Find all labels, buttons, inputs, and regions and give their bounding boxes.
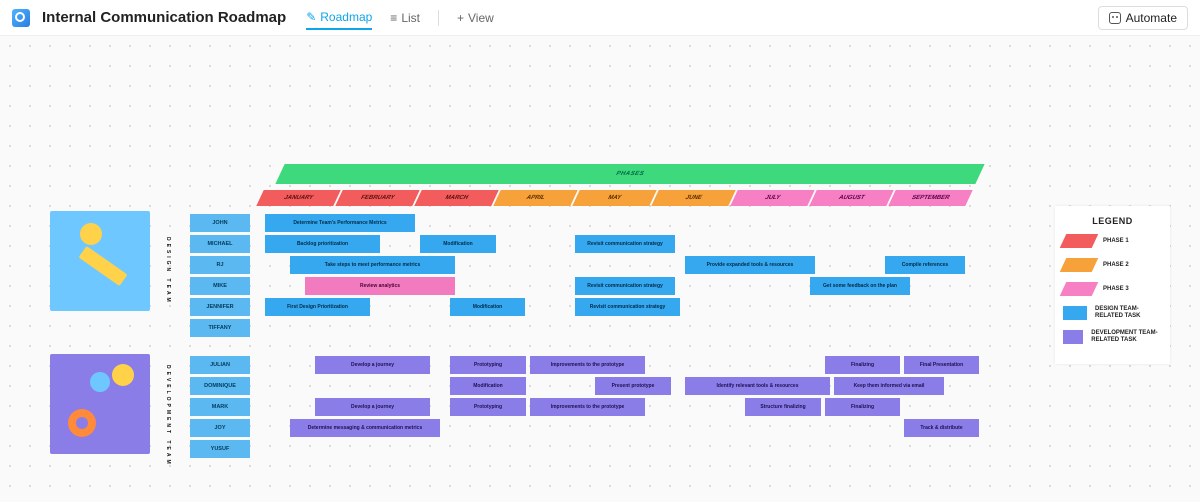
month-april: APRIL [493, 190, 577, 206]
legend-label: PHASE 1 [1103, 238, 1129, 245]
task-bar[interactable]: Review analytics [305, 277, 455, 295]
phases-band: PHASES [275, 164, 984, 184]
task-bar[interactable]: Compile references [885, 256, 965, 274]
task-bar[interactable]: Determine Team's Performance Metrics [265, 214, 415, 232]
task-bar[interactable]: Track & distribute [904, 419, 979, 437]
row-jennifer: JENNIFER First Design Prioritization Modif… [50, 298, 980, 318]
months-row: JANUARYFEBRUARYMARCHAPRILMAYJUNEJULYAUGU… [260, 190, 969, 206]
task-bar[interactable]: Keep them informed via email [834, 377, 944, 395]
person-julian[interactable]: JULIAN [190, 356, 250, 374]
task-bar[interactable]: Structure finalizing [745, 398, 821, 416]
legend-swatch [1063, 306, 1087, 320]
person-mike[interactable]: MIKE [190, 277, 250, 295]
legend-swatch [1060, 258, 1099, 272]
view-roadmap-label: Roadmap [320, 10, 372, 24]
task-bar[interactable]: Identify relevant tools & resources [685, 377, 830, 395]
row-dominique: DOMINIQUE Modification Present prototype Id… [50, 377, 980, 397]
legend-label: DESIGN TEAM-RELATED TASK [1095, 306, 1162, 319]
row-joy: JOY Determine messaging & communication m… [50, 419, 980, 439]
canvas[interactable]: DESIGN TEAM DEVELOPMENT TEAM PHASES JANU… [0, 36, 1200, 502]
task-bar[interactable]: Revisit communication strategy [575, 277, 675, 295]
automate-button[interactable]: Automate [1098, 6, 1188, 30]
task-bar[interactable]: First Design Prioritization [265, 298, 370, 316]
legend-label: DEVELOPMENT TEAM-RELATED TASK [1091, 330, 1162, 343]
view-roadmap[interactable]: ✎ Roadmap [306, 6, 372, 30]
row-yusuf: YUSUF [50, 440, 980, 460]
roadmap-icon: ✎ [306, 10, 316, 24]
topbar: Internal Communication Roadmap ✎ Roadmap… [0, 0, 1200, 36]
person-rj[interactable]: RJ [190, 256, 250, 274]
legend-row: PHASE 2 [1063, 258, 1162, 272]
legend-title: LEGEND [1063, 216, 1162, 226]
legend-swatch [1060, 282, 1099, 296]
view-add-label: View [468, 11, 494, 25]
person-jennifer[interactable]: JENNIFER [190, 298, 250, 316]
views-switcher: ✎ Roadmap ≡ List + View [306, 6, 494, 30]
legend-swatch [1060, 234, 1099, 248]
legend-row: DEVELOPMENT TEAM-RELATED TASK [1063, 330, 1162, 344]
month-august: AUGUST [809, 190, 893, 206]
view-separator [438, 10, 439, 26]
month-july: JULY [730, 190, 814, 206]
month-may: MAY [572, 190, 656, 206]
month-february: FEBRUARY [335, 190, 419, 206]
month-june: JUNE [651, 190, 735, 206]
person-dominique[interactable]: DOMINIQUE [190, 377, 250, 395]
view-list[interactable]: ≡ List [390, 7, 420, 29]
task-bar[interactable]: Provide expanded tools & resources [685, 256, 815, 274]
task-bar[interactable]: Finalizing [825, 398, 900, 416]
task-bar[interactable]: Modification [420, 235, 496, 253]
task-bar[interactable]: Develop a journey [315, 398, 430, 416]
task-bar[interactable]: Get some feedback on the plan [810, 277, 910, 295]
task-bar[interactable]: Backlog prioritization [265, 235, 380, 253]
task-bar[interactable]: Final Presentation [904, 356, 979, 374]
view-list-label: List [401, 11, 420, 25]
person-john[interactable]: JOHN [190, 214, 250, 232]
automate-label: Automate [1126, 11, 1177, 25]
row-mike: MIKE Review analytics Revisit communicatio… [50, 277, 980, 297]
legend-label: PHASE 3 [1103, 286, 1129, 293]
month-september: SEPTEMBER [888, 190, 972, 206]
task-bar[interactable]: Present prototype [595, 377, 671, 395]
task-bar[interactable]: Determine messaging & communication metr… [290, 419, 440, 437]
row-rj: RJ Take steps to meet performance metrics… [50, 256, 980, 276]
task-bar[interactable]: Revisit communication strategy [575, 235, 675, 253]
row-john: JOHN Determine Team's Performance Metrics [50, 214, 980, 234]
person-yusuf[interactable]: YUSUF [190, 440, 250, 458]
task-bar[interactable]: Improvements to the prototype [530, 356, 645, 374]
legend-row: PHASE 1 [1063, 234, 1162, 248]
person-joy[interactable]: JOY [190, 419, 250, 437]
legend-swatch [1063, 330, 1083, 344]
robot-icon [1109, 12, 1121, 24]
task-bar[interactable]: Modification [450, 377, 526, 395]
row-julian: JULIAN Develop a journey PrototypingImprov… [50, 356, 980, 376]
plus-icon: + [457, 11, 464, 25]
task-bar[interactable]: Improvements to the prototype [530, 398, 645, 416]
person-michael[interactable]: MICHAEL [190, 235, 250, 253]
task-bar[interactable]: Finalizing [825, 356, 900, 374]
task-bar[interactable]: Revisit communication strategy [575, 298, 680, 316]
legend-label: PHASE 2 [1103, 262, 1129, 269]
page-title: Internal Communication Roadmap [42, 9, 286, 26]
view-add[interactable]: + View [457, 7, 494, 29]
task-bar[interactable]: Modification [450, 298, 525, 316]
row-mark: MARK Develop a journey PrototypingImprovem… [50, 398, 980, 418]
person-mark[interactable]: MARK [190, 398, 250, 416]
month-january: JANUARY [256, 190, 340, 206]
task-bar[interactable]: Take steps to meet performance metrics [290, 256, 455, 274]
person-tiffany[interactable]: TIFFANY [190, 319, 250, 337]
legend-row: DESIGN TEAM-RELATED TASK [1063, 306, 1162, 320]
row-tiffany: TIFFANY [50, 319, 980, 339]
month-march: MARCH [414, 190, 498, 206]
row-michael: MICHAEL Backlog prioritization Modificatio… [50, 235, 980, 255]
task-bar[interactable]: Prototyping [450, 398, 526, 416]
doc-icon [12, 9, 30, 27]
list-icon: ≡ [390, 11, 397, 25]
legend-row: PHASE 3 [1063, 282, 1162, 296]
legend-panel: LEGEND PHASE 1 PHASE 2 PHASE 3 DESIGN TEAM-… [1055, 206, 1170, 364]
task-bar[interactable]: Develop a journey [315, 356, 430, 374]
task-bar[interactable]: Prototyping [450, 356, 526, 374]
